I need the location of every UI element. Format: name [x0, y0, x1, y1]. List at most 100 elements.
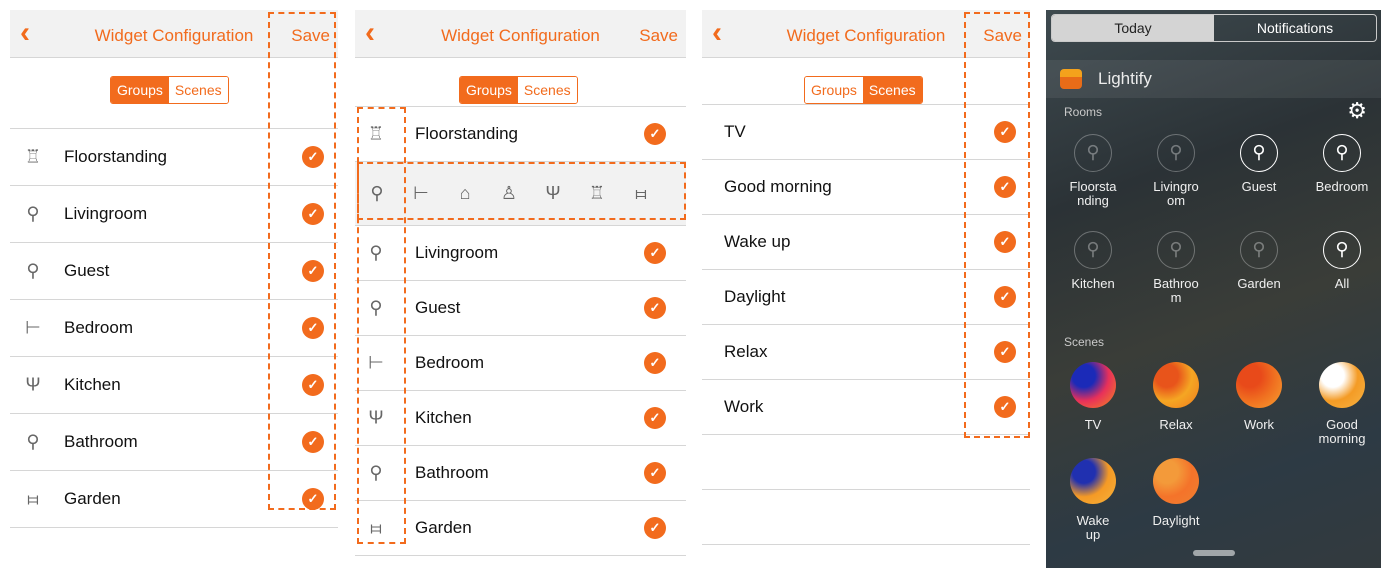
checkmark-icon[interactable]: ✓: [644, 352, 666, 374]
checkmark-icon[interactable]: ✓: [302, 260, 324, 282]
checkmark-icon[interactable]: ✓: [994, 121, 1016, 143]
fork-knife-icon[interactable]: Ψ: [531, 183, 575, 204]
list-item[interactable]: ⧦ Garden ✓: [355, 501, 686, 556]
room-button[interactable]: ⚲ Guest: [1220, 134, 1298, 194]
tab-groups[interactable]: Groups: [805, 77, 863, 103]
list-item[interactable]: ⧦ Garden ✓: [10, 471, 338, 528]
gear-icon[interactable]: ⚙: [1347, 98, 1367, 124]
list-item[interactable]: Work ✓: [702, 380, 1030, 435]
list-item[interactable]: Ψ Kitchen ✓: [355, 391, 686, 446]
save-button[interactable]: Save: [639, 26, 678, 46]
grabber-handle[interactable]: [1193, 550, 1235, 556]
tab-groups[interactable]: Groups: [111, 77, 169, 103]
tab-scenes[interactable]: Scenes: [862, 77, 922, 103]
list-item[interactable]: ⊢ Bedroom ✓: [10, 300, 338, 357]
list-item[interactable]: Relax ✓: [702, 325, 1030, 380]
empty-row: [702, 490, 1030, 545]
notification-center-widget: Today Notifications Lightify Rooms ⚙ ⚲ Fl…: [1046, 10, 1381, 568]
floor-lamp-icon[interactable]: ♖: [575, 183, 619, 204]
checkmark-icon[interactable]: ✓: [644, 462, 666, 484]
room-button[interactable]: ⚲ All: [1303, 231, 1381, 291]
groups-icon-picker-screen: ‹ Widget Configuration Save Groups Scene…: [355, 10, 686, 558]
page-title: Widget Configuration: [94, 26, 254, 45]
list-item-label: Bedroom: [415, 353, 484, 372]
list-item[interactable]: ⚲ Livingroom ✓: [10, 186, 338, 243]
room-label: Livingro om: [1153, 179, 1199, 208]
list-item[interactable]: Good morning ✓: [702, 160, 1030, 215]
scene-button[interactable]: Daylight: [1137, 458, 1215, 528]
checkmark-icon[interactable]: ✓: [994, 176, 1016, 198]
room-label: Bedroom: [1315, 179, 1369, 194]
scene-button[interactable]: Work: [1220, 362, 1298, 432]
list-item-label: Bathroom: [415, 463, 489, 482]
groups-scenes-toggle: Groups Scenes: [804, 76, 923, 104]
scene-label: Good morning: [1318, 417, 1366, 446]
scene-color-swatch: [1070, 362, 1116, 408]
lightify-app-icon: [1060, 69, 1082, 89]
bulb-icon[interactable]: ⚲: [355, 183, 399, 204]
bulb-icon: ⚲: [1240, 231, 1278, 269]
list-item[interactable]: ⚲ Guest ✓: [10, 243, 338, 300]
checkmark-icon[interactable]: ✓: [644, 407, 666, 429]
room-label: Guest: [1241, 179, 1277, 194]
room-button[interactable]: ⚲ Kitchen: [1054, 231, 1132, 291]
list-item-label: Livingroom: [64, 204, 148, 223]
list-item[interactable]: ⚲ Livingroom ✓: [355, 226, 686, 281]
list-item[interactable]: ⚲ Bathroom ✓: [10, 414, 338, 471]
list-item[interactable]: ♖ Floorstanding ✓: [10, 129, 338, 186]
tab-notifications[interactable]: Notifications: [1214, 15, 1376, 41]
fork-knife-icon: Ψ: [25, 374, 41, 395]
list-item[interactable]: ⊢ Bedroom ✓: [355, 336, 686, 391]
fence-icon[interactable]: ⧦: [619, 183, 663, 204]
tab-scenes[interactable]: Scenes: [517, 77, 577, 103]
room-button[interactable]: ⚲ Floorsta nding: [1054, 134, 1132, 208]
room-label: Garden: [1237, 276, 1281, 291]
room-label: Kitchen: [1071, 276, 1115, 291]
room-button[interactable]: ⚲ Bedroom: [1303, 134, 1381, 194]
bed-icon: ⊢: [25, 317, 41, 338]
checkmark-icon[interactable]: ✓: [994, 286, 1016, 308]
checkmark-icon[interactable]: ✓: [302, 146, 324, 168]
checkmark-icon[interactable]: ✓: [994, 396, 1016, 418]
rooms-section-label: Rooms: [1064, 105, 1103, 119]
bed-icon: ⊢: [368, 352, 384, 373]
list-item[interactable]: ⚲ Guest ✓: [355, 281, 686, 336]
checkmark-icon[interactable]: ✓: [994, 231, 1016, 253]
scene-button[interactable]: Relax: [1137, 362, 1215, 432]
child-icon[interactable]: ♙: [487, 183, 531, 204]
save-button[interactable]: Save: [983, 26, 1022, 46]
bulb-icon: ⚲: [1074, 134, 1112, 172]
checkmark-icon[interactable]: ✓: [302, 488, 324, 510]
checkmark-icon[interactable]: ✓: [302, 317, 324, 339]
scene-button[interactable]: TV: [1054, 362, 1132, 432]
tab-today[interactable]: Today: [1052, 15, 1214, 41]
bed-icon[interactable]: ⊢: [399, 183, 443, 204]
checkmark-icon[interactable]: ✓: [302, 431, 324, 453]
checkmark-icon[interactable]: ✓: [994, 341, 1016, 363]
list-item-label: Wake up: [724, 232, 791, 251]
list-item[interactable]: TV ✓: [702, 105, 1030, 160]
bulb-icon: ⚲: [26, 431, 40, 452]
room-button[interactable]: ⚲ Garden: [1220, 231, 1298, 291]
checkmark-icon[interactable]: ✓: [644, 297, 666, 319]
checkmark-icon[interactable]: ✓: [644, 517, 666, 539]
room-label: Floorsta nding: [1069, 179, 1117, 208]
checkmark-icon[interactable]: ✓: [302, 374, 324, 396]
room-button[interactable]: ⚲ Livingro om: [1137, 134, 1215, 208]
scene-label: TV: [1084, 417, 1102, 432]
tab-scenes[interactable]: Scenes: [168, 77, 228, 103]
checkmark-icon[interactable]: ✓: [644, 242, 666, 264]
list-item[interactable]: Ψ Kitchen ✓: [10, 357, 338, 414]
checkmark-icon[interactable]: ✓: [644, 123, 666, 145]
list-item[interactable]: ♖ Floorstanding ✓: [355, 107, 686, 162]
save-button[interactable]: Save: [291, 26, 330, 46]
house-icon[interactable]: ⌂: [443, 183, 487, 204]
tab-groups[interactable]: Groups: [460, 77, 518, 103]
list-item[interactable]: ⚲ Bathroom ✓: [355, 446, 686, 501]
checkmark-icon[interactable]: ✓: [302, 203, 324, 225]
room-button[interactable]: ⚲ Bathroo m: [1137, 231, 1215, 305]
list-item[interactable]: Daylight ✓: [702, 270, 1030, 325]
scene-button[interactable]: Wake up: [1054, 458, 1132, 542]
list-item[interactable]: Wake up ✓: [702, 215, 1030, 270]
scene-button[interactable]: Good morning: [1303, 362, 1381, 446]
